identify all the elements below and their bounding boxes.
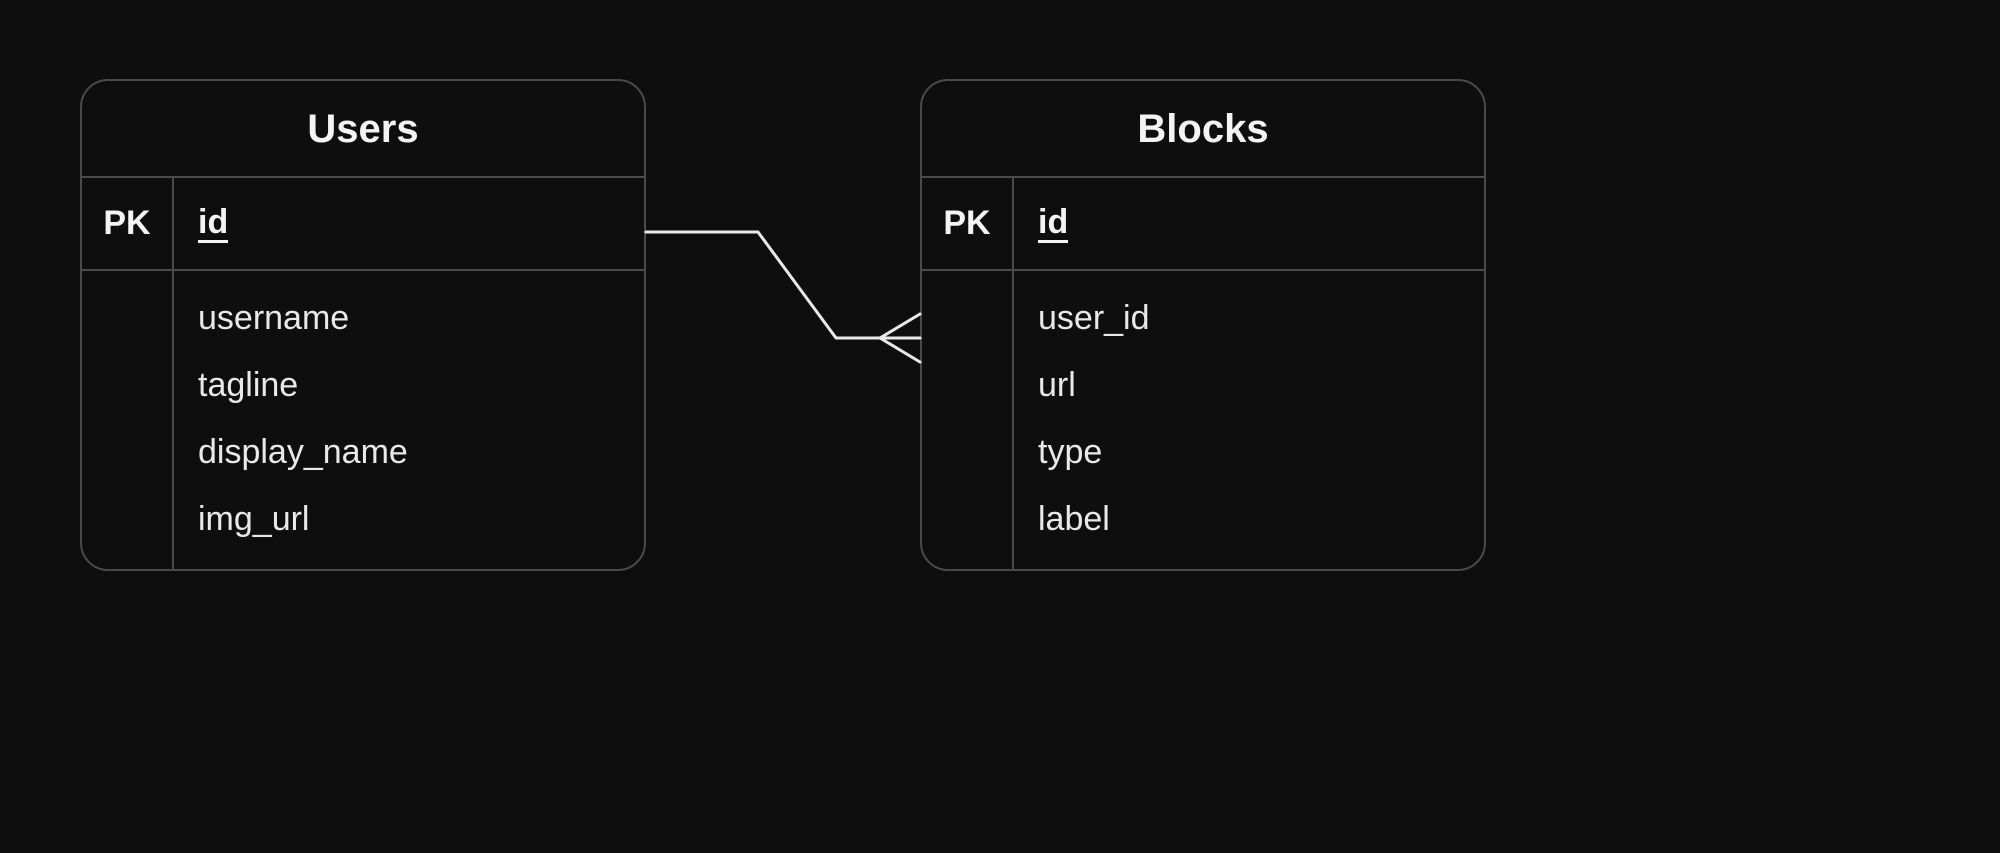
field: type: [1038, 433, 1460, 472]
entity-blocks: Blocks PK id user_id url type label: [920, 79, 1486, 571]
pk-field-cell: id: [174, 178, 644, 269]
fields-list: username tagline display_name img_url: [174, 271, 644, 569]
fields-row: username tagline display_name img_url: [82, 271, 644, 569]
entity-title: Users: [82, 81, 644, 178]
fields-spacer: [922, 271, 1014, 569]
fields-row: user_id url type label: [922, 271, 1484, 569]
fields-spacer: [82, 271, 174, 569]
field: img_url: [198, 500, 620, 539]
field: username: [198, 299, 620, 338]
pk-label: PK: [922, 178, 1014, 269]
pk-row: PK id: [82, 178, 644, 271]
pk-field-cell: id: [1014, 178, 1484, 269]
pk-field: id: [198, 205, 228, 243]
pk-label: PK: [82, 178, 174, 269]
pk-field: id: [1038, 205, 1068, 243]
field: url: [1038, 366, 1460, 405]
pk-row: PK id: [922, 178, 1484, 271]
field: tagline: [198, 366, 620, 405]
field: label: [1038, 500, 1460, 539]
entity-title: Blocks: [922, 81, 1484, 178]
entity-users: Users PK id username tagline display_nam…: [80, 79, 646, 571]
field: user_id: [1038, 299, 1460, 338]
field: display_name: [198, 433, 620, 472]
relationship-connector: [646, 220, 922, 380]
fields-list: user_id url type label: [1014, 271, 1484, 569]
